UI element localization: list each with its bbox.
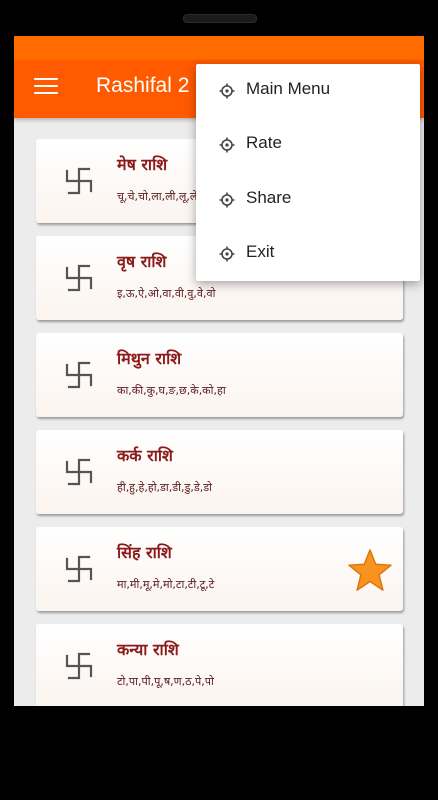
rashi-name: मेष राशि: [117, 155, 168, 174]
menu-item-label: Main Menu: [246, 79, 331, 98]
rashi-name: मिथुन राशि: [117, 349, 182, 368]
overflow-menu: Main Menu Rate Share Exit: [196, 64, 420, 281]
swastika-icon: [65, 458, 93, 486]
swastika-icon: [65, 167, 93, 195]
rashi-letters: का,की,कु,घ,ङ,छ,के,को,हा: [117, 384, 226, 397]
status-bar: [14, 36, 424, 60]
star-icon[interactable]: [347, 547, 393, 593]
rashi-letters: मा,मी,मू,मे,मो,टा,टी,टू,टे: [117, 578, 215, 591]
rashi-card-singh[interactable]: सिंह राशि मा,मी,मू,मे,मो,टा,टी,टू,टे: [36, 527, 403, 611]
swastika-icon: [65, 555, 93, 583]
gear-icon: [219, 137, 235, 153]
app-screen: Rashifal 2 मेष राशि चू,चे,चो,ला,ली,लू,ले…: [14, 36, 424, 706]
menu-item-label: Exit: [246, 242, 275, 261]
rashi-name: कन्या राशि: [117, 640, 179, 659]
menu-item-label: Share: [246, 188, 292, 207]
swastika-icon: [65, 361, 93, 389]
gear-icon: [219, 192, 235, 208]
rashi-letters: इ,ऊ,ऐ,ओ,वा,वी,वु,वे,वो: [117, 287, 216, 300]
hamburger-menu-icon[interactable]: [34, 78, 58, 100]
menu-item-main-menu[interactable]: Main Menu: [196, 64, 420, 118]
app-title: Rashifal 2: [96, 74, 190, 97]
phone-speaker: [183, 14, 257, 23]
rashi-name: सिंह राशि: [117, 543, 172, 562]
rashi-letters: टो,पा,पी,पू,ष,ण,ठ,पे,पो: [117, 675, 214, 688]
gear-icon: [219, 83, 235, 99]
rashi-name: वृष राशि: [117, 252, 167, 271]
swastika-icon: [65, 264, 93, 292]
rashi-card-kark[interactable]: कर्क राशि ही,हु,हे,हो,डा,डी,डु,डे,डो: [36, 430, 403, 514]
rashi-card-mithun[interactable]: मिथुन राशि का,की,कु,घ,ङ,छ,के,को,हा: [36, 333, 403, 417]
rashi-letters: ही,हु,हे,हो,डा,डी,डु,डे,डो: [117, 481, 213, 494]
menu-item-share[interactable]: Share: [196, 173, 420, 227]
rashi-name: कर्क राशि: [117, 446, 173, 465]
menu-item-rate[interactable]: Rate: [196, 118, 420, 172]
swastika-icon: [65, 652, 93, 680]
rashi-card-kanya[interactable]: कन्या राशि टो,पा,पी,पू,ष,ण,ठ,पे,पो: [36, 624, 403, 706]
gear-icon: [219, 246, 235, 262]
menu-item-exit[interactable]: Exit: [196, 227, 420, 281]
menu-item-label: Rate: [246, 133, 282, 152]
